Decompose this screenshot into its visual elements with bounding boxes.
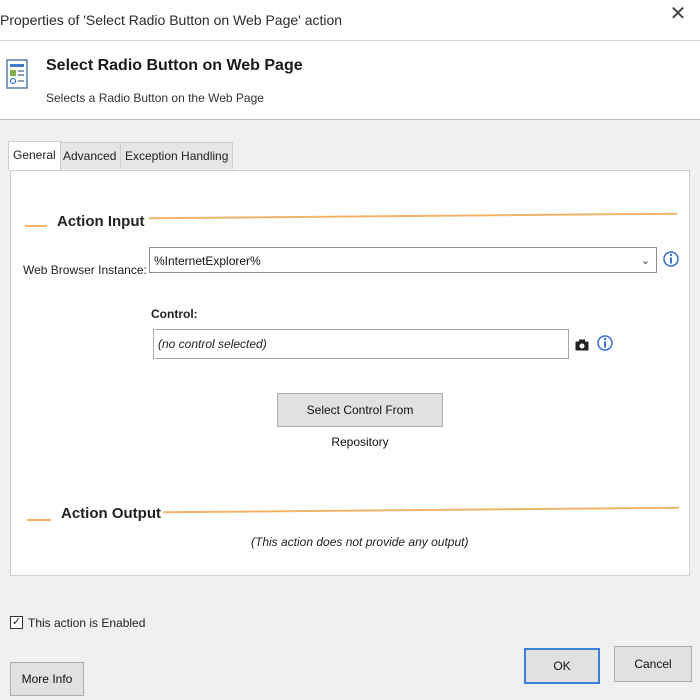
tab-advanced[interactable]: Advanced — [58, 142, 122, 169]
control-label: Control: — [151, 307, 198, 321]
output-note: (This action does not provide any output… — [251, 535, 469, 549]
enabled-label: This action is Enabled — [28, 616, 146, 630]
section-rule-right — [149, 212, 677, 220]
window-title: Properties of 'Select Radio Button on We… — [0, 12, 343, 28]
ok-button[interactable]: OK — [524, 648, 600, 684]
action-input-heading: Action Input — [57, 213, 145, 230]
general-panel: Action Input Web Browser Instance: %Inte… — [10, 170, 690, 576]
close-icon[interactable]: ✕ — [664, 2, 692, 28]
tab-exception-handling[interactable]: Exception Handling — [120, 142, 234, 169]
browser-instance-select[interactable]: %InternetExplorer% ⌄ — [149, 247, 657, 273]
output-rule-left — [27, 519, 51, 521]
info-icon[interactable] — [663, 251, 679, 267]
camera-icon[interactable] — [575, 339, 589, 351]
select-control-button[interactable]: Select Control From Repository — [277, 393, 443, 449]
control-info-icon[interactable] — [597, 335, 613, 351]
action-title: Select Radio Button on Web Page — [46, 57, 303, 74]
title-bar: Properties of 'Select Radio Button on We… — [0, 0, 700, 41]
browser-instance-value: %InternetExplorer% — [154, 254, 261, 268]
enabled-checkbox[interactable]: ✓ — [10, 616, 23, 629]
browser-instance-label: Web Browser Instance: — [23, 263, 147, 277]
chevron-down-icon: ⌄ — [640, 255, 650, 267]
section-rule-left — [25, 225, 47, 227]
tab-general[interactable]: General — [8, 141, 61, 170]
output-rule-right — [163, 506, 679, 514]
control-field[interactable]: (no control selected) — [153, 329, 569, 359]
action-subtitle: Selects a Radio Button on the Web Page — [46, 91, 264, 105]
web-form-icon — [6, 59, 28, 89]
action-header: Select Radio Button on Web Page Selects … — [0, 41, 700, 120]
more-info-button[interactable]: More Info — [10, 662, 84, 696]
action-output-heading: Action Output — [61, 505, 161, 522]
properties-dialog: Properties of 'Select Radio Button on We… — [0, 0, 700, 700]
cancel-button[interactable]: Cancel — [614, 646, 692, 682]
